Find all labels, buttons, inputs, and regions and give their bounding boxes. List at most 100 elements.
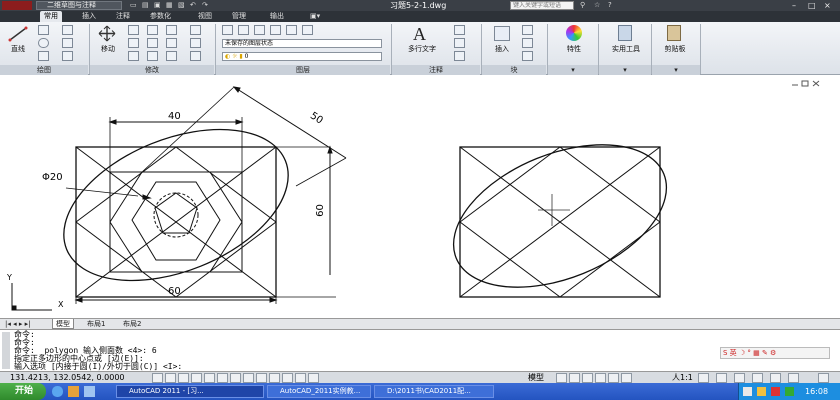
- rotate-icon[interactable]: [128, 25, 139, 35]
- task-tutorial-doc[interactable]: AutoCAD_2011实例教...: [267, 385, 371, 398]
- layer-match-icon[interactable]: [254, 25, 265, 35]
- ime-toolbar[interactable]: S 英 ☽ ° ▦ ✎ ⚙: [720, 347, 830, 359]
- layer-tools-icon[interactable]: [238, 25, 249, 35]
- insert-block-icon[interactable]: [494, 26, 510, 41]
- status-menu-icon[interactable]: [788, 373, 799, 383]
- annotation-scale[interactable]: 人1:1: [672, 373, 693, 383]
- isolate-objects-icon[interactable]: [770, 373, 781, 383]
- showmotion-icon[interactable]: [621, 373, 632, 383]
- tab-parametric[interactable]: 参数化: [150, 11, 171, 22]
- offset-icon[interactable]: [190, 25, 201, 35]
- clean-screen-icon[interactable]: [818, 373, 829, 383]
- search-input[interactable]: 键入关键字或短语: [510, 1, 574, 10]
- create-block-icon[interactable]: [522, 25, 533, 35]
- app-logo-icon[interactable]: [2, 1, 32, 10]
- maximize-button[interactable]: □: [808, 0, 816, 11]
- task-autocad[interactable]: AutoCAD 2011 - [习...: [116, 385, 264, 398]
- quickview-layouts-icon[interactable]: [556, 373, 567, 383]
- panel-properties-dropdown[interactable]: ▾: [548, 65, 598, 75]
- panel-annotate-label[interactable]: 注释: [392, 65, 480, 75]
- minimize-button[interactable]: –: [792, 0, 796, 11]
- command-prompt-line[interactable]: 输入选项 [内接于圆(I)/外切于圆(C)] <I>:: [14, 363, 182, 371]
- tab-annotate[interactable]: 注释: [116, 11, 130, 22]
- properties-icon[interactable]: [566, 25, 582, 41]
- dyn-toggle-icon[interactable]: [256, 373, 267, 383]
- clock[interactable]: 16:08: [805, 383, 828, 400]
- layer-off-icon[interactable]: [302, 25, 313, 35]
- clipboard-label[interactable]: 剪贴板: [655, 44, 695, 54]
- arc-icon[interactable]: [38, 51, 49, 61]
- tray-security-icon[interactable]: [785, 387, 794, 396]
- panel-clipboard-dropdown[interactable]: ▾: [652, 65, 700, 75]
- close-button[interactable]: ×: [824, 0, 831, 11]
- scale-icon[interactable]: [147, 51, 158, 61]
- quicklaunch-ie-icon[interactable]: [52, 386, 63, 397]
- annotation-visibility-icon[interactable]: [698, 373, 709, 383]
- fillet-icon[interactable]: [147, 38, 158, 48]
- properties-label[interactable]: 特性: [556, 44, 592, 54]
- ducs-toggle-icon[interactable]: [243, 373, 254, 383]
- tray-network-icon[interactable]: [743, 387, 752, 396]
- utilities-icon[interactable]: [618, 25, 632, 41]
- qp-toggle-icon[interactable]: [295, 373, 306, 383]
- panel-block-label[interactable]: 块: [482, 65, 546, 75]
- tab-manage[interactable]: 管理: [232, 11, 246, 22]
- binoculars-icon[interactable]: ⚲: [580, 1, 585, 9]
- copy-icon[interactable]: [166, 25, 177, 35]
- steeringwheel-icon[interactable]: [608, 373, 619, 383]
- edit-block-icon[interactable]: [522, 38, 533, 48]
- block-attr-icon[interactable]: [522, 51, 533, 61]
- qa-new-icon[interactable]: ▭: [130, 1, 137, 9]
- clipboard-icon[interactable]: [667, 25, 681, 41]
- workspace-dropdown[interactable]: 二维草图与注释: [36, 1, 122, 10]
- tab-model[interactable]: 模型: [52, 319, 74, 329]
- move-tool-label[interactable]: 移动: [94, 44, 122, 54]
- move-tool-icon[interactable]: [97, 25, 117, 42]
- line-tool-label[interactable]: 直线: [4, 44, 32, 54]
- start-button[interactable]: 开始: [0, 383, 46, 400]
- qa-save-icon[interactable]: ▣: [154, 1, 161, 9]
- zoom-icon[interactable]: [595, 373, 606, 383]
- 3dosnap-toggle-icon[interactable]: [217, 373, 228, 383]
- panel-draw-label[interactable]: 绘图: [0, 65, 88, 75]
- tab-insert[interactable]: 插入: [82, 11, 96, 22]
- mirror-icon[interactable]: [128, 38, 139, 48]
- hardware-accel-icon[interactable]: [752, 373, 763, 383]
- model-space-label[interactable]: 模型: [528, 373, 544, 383]
- rectangle-icon[interactable]: [62, 25, 73, 35]
- sc-toggle-icon[interactable]: [308, 373, 319, 383]
- layer-state-dropdown[interactable]: 未保存的图层状态: [222, 39, 382, 48]
- layer-isolate-icon[interactable]: [270, 25, 281, 35]
- drawing-area[interactable]: 40 50 Φ20 60 60 Y X: [0, 75, 840, 320]
- panel-layer-label[interactable]: 图层: [216, 65, 390, 75]
- grid-toggle-icon[interactable]: [165, 373, 176, 383]
- pan-icon[interactable]: [582, 373, 593, 383]
- quicklaunch-app-icon[interactable]: [68, 386, 79, 397]
- lineweight-toggle-icon[interactable]: [269, 373, 280, 383]
- star-icon[interactable]: ☆: [594, 1, 600, 9]
- tray-ime-icon[interactable]: [771, 387, 780, 396]
- tab-layout1[interactable]: 布局1: [84, 319, 108, 329]
- task-explorer-folder[interactable]: D:\2011书\CAD2011配...: [374, 385, 494, 398]
- qa-print-icon[interactable]: ▧: [178, 1, 185, 9]
- circle-icon[interactable]: [38, 38, 49, 48]
- join-icon[interactable]: [190, 51, 201, 61]
- ortho-toggle-icon[interactable]: [178, 373, 189, 383]
- panel-utilities-dropdown[interactable]: ▾: [599, 65, 651, 75]
- trim-icon[interactable]: [147, 25, 158, 35]
- tab-home[interactable]: 常用: [40, 11, 62, 22]
- hatch-icon[interactable]: [62, 38, 73, 48]
- stretch-icon[interactable]: [128, 51, 139, 61]
- qa-open-icon[interactable]: ▤: [142, 1, 149, 9]
- otrack-toggle-icon[interactable]: [230, 373, 241, 383]
- osnap-toggle-icon[interactable]: [204, 373, 215, 383]
- leader-icon[interactable]: [454, 38, 465, 48]
- table-icon[interactable]: [454, 51, 465, 61]
- erase-icon[interactable]: [190, 38, 201, 48]
- mtext-icon[interactable]: A: [413, 25, 426, 43]
- workspace-switch-icon[interactable]: [716, 373, 727, 383]
- quicklaunch-desktop-icon[interactable]: [84, 386, 95, 397]
- polyline-icon[interactable]: [38, 25, 49, 35]
- explode-icon[interactable]: [166, 51, 177, 61]
- ribbon-minimize-icon[interactable]: ▣▾: [310, 11, 320, 22]
